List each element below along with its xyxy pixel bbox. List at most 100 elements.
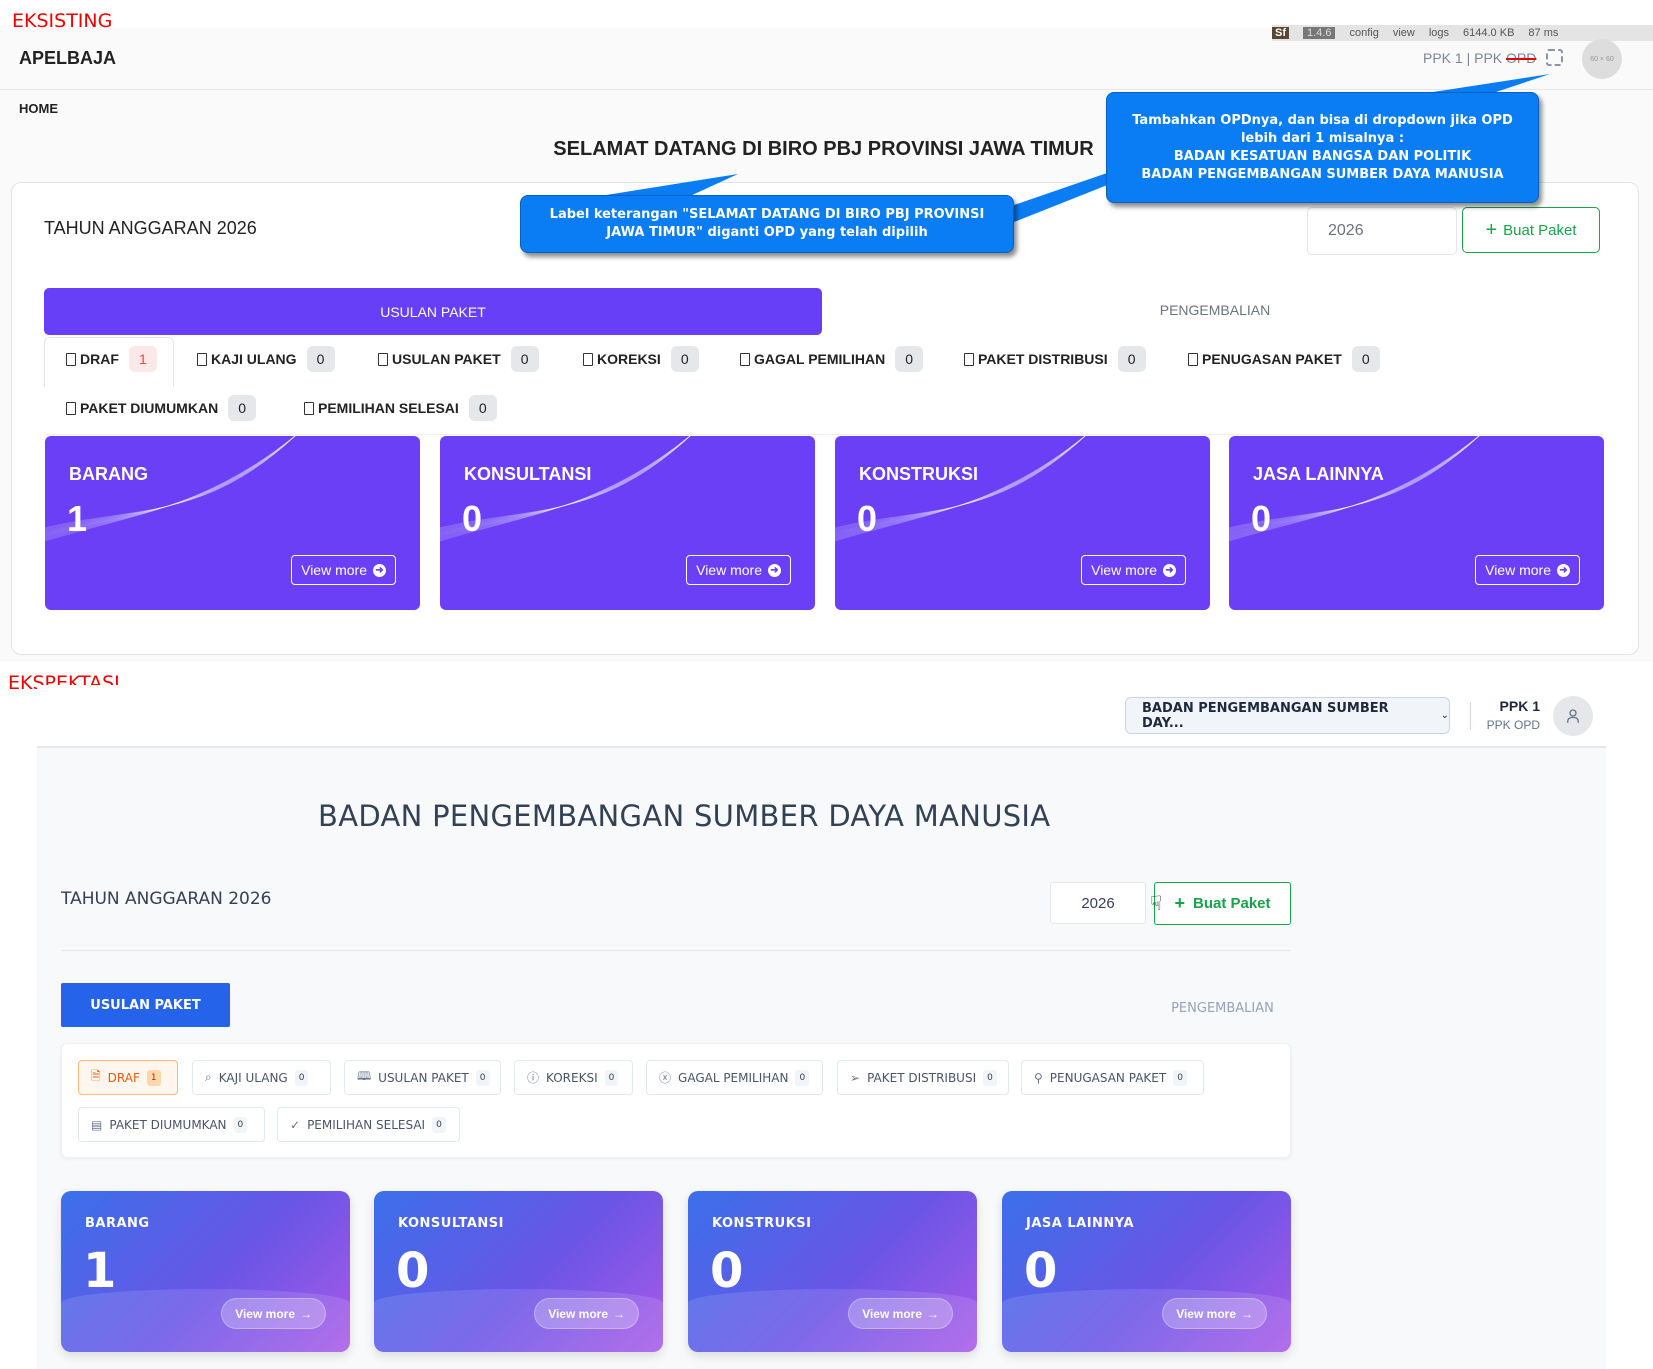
debug-memory[interactable]: 6144.0 KB bbox=[1463, 27, 1514, 39]
year-input[interactable]: 2026 bbox=[1307, 207, 1457, 255]
app-brand[interactable]: APELBAJA bbox=[19, 48, 116, 69]
arrow-circle-right-icon: ➜ bbox=[768, 563, 781, 577]
debug-time[interactable]: 87 ms bbox=[1528, 27, 1558, 39]
view-more-button[interactable]: View more ➜ bbox=[291, 555, 396, 585]
separator: | bbox=[1466, 50, 1471, 66]
card-count: 0 bbox=[710, 1243, 744, 1299]
notebook-icon bbox=[66, 401, 76, 415]
subtab-paket-diumumkan[interactable]: ▤ PAKET DIUMUMKAN 0 bbox=[78, 1107, 265, 1142]
card-title: KONSTRUKSI bbox=[859, 464, 979, 484]
subtab-gagal-pemilihan[interactable]: ⓧ GAGAL PEMILIHAN 0 bbox=[646, 1060, 823, 1095]
subtab-label: PENUGASAN PAKET bbox=[1049, 1070, 1167, 1085]
annotation-line: Label keterangan "SELAMAT DATANG DI BIRO… bbox=[549, 207, 985, 222]
card-title: JASA LAINNYA bbox=[1253, 464, 1384, 484]
view-more-button[interactable]: View more → bbox=[534, 1298, 639, 1329]
subtab-pemilihan-selesai[interactable]: PEMILIHAN SELESAI 0 bbox=[304, 395, 497, 421]
user-name: PPK 1 bbox=[1423, 50, 1463, 66]
arrow-right-icon: → bbox=[927, 1306, 939, 1321]
alert-circle-icon: ⓘ bbox=[527, 1071, 540, 1085]
divider bbox=[61, 950, 1291, 951]
count-badge: 0 bbox=[475, 1069, 490, 1086]
subtab-kaji-ulang[interactable]: ⌕ KAJI ULANG 0 bbox=[192, 1060, 331, 1095]
card-title: KONSTRUKSI bbox=[712, 1216, 812, 1231]
fiscal-year-label: TAHUN ANGGARAN 2026 bbox=[61, 889, 272, 909]
count-badge: 0 bbox=[294, 1069, 309, 1086]
user-icon bbox=[1567, 709, 1579, 723]
count-badge: 0 bbox=[432, 1116, 446, 1133]
category-card-konstruksi: KONSTRUKSI 0 View more → bbox=[688, 1191, 977, 1352]
subtab-penugasan-paket[interactable]: PENUGASAN PAKET 0 bbox=[1188, 346, 1380, 372]
breadcrumb[interactable]: HOME bbox=[19, 101, 58, 116]
subtab-gagal-pemilihan[interactable]: GAGAL PEMILIHAN 0 bbox=[740, 346, 924, 372]
view-more-button[interactable]: View more → bbox=[848, 1298, 953, 1329]
count-badge: 0 bbox=[895, 346, 924, 372]
check-circle-icon: ✓ bbox=[290, 1117, 301, 1132]
count-badge: 0 bbox=[306, 346, 335, 372]
arrow-right-icon: → bbox=[613, 1306, 625, 1321]
subtab-koreksi[interactable]: ⓘ KOREKSI 0 bbox=[514, 1060, 633, 1095]
view-more-button[interactable]: View more ➜ bbox=[1081, 555, 1186, 585]
subtab-usulan-paket[interactable]: USULAN PAKET 0 bbox=[378, 346, 539, 372]
debug-view[interactable]: view bbox=[1393, 27, 1415, 39]
subtab-label: KAJI ULANG bbox=[211, 351, 297, 367]
subtab-draf[interactable]: 🗎 DRAF 1 bbox=[78, 1060, 178, 1095]
notebook-icon bbox=[197, 352, 207, 366]
divider bbox=[44, 434, 1604, 435]
avatar[interactable] bbox=[1553, 696, 1593, 736]
create-package-button[interactable]: + Buat Paket bbox=[1154, 882, 1291, 925]
opd-dropdown[interactable]: BADAN PENGEMBANGAN SUMBER DAY... ⌄ bbox=[1125, 697, 1450, 734]
subtab-pemilihan-selesai[interactable]: ✓ PEMILIHAN SELESAI 0 bbox=[277, 1107, 460, 1142]
view-more-label: View more bbox=[1176, 1306, 1236, 1321]
x-circle-icon: ⓧ bbox=[659, 1071, 672, 1085]
subtab-label: DRAF bbox=[80, 351, 119, 367]
subtab-paket-distribusi[interactable]: ➢ PAKET DISTRIBUSI 0 bbox=[837, 1060, 1009, 1095]
view-more-label: View more bbox=[235, 1306, 295, 1321]
subtab-kaji-ulang[interactable]: KAJI ULANG 0 bbox=[197, 346, 335, 372]
view-more-button[interactable]: View more ➜ bbox=[1475, 555, 1580, 585]
subtab-label: USULAN PAKET bbox=[392, 351, 501, 367]
annotation-line: BADAN PENGEMBANGAN SUMBER DAYA MANUSIA bbox=[1141, 166, 1504, 182]
avatar[interactable]: 60 × 60 bbox=[1582, 39, 1622, 79]
subtab-koreksi[interactable]: KOREKSI 0 bbox=[583, 346, 699, 372]
fullscreen-icon[interactable] bbox=[1546, 49, 1563, 66]
opd-title: BADAN PENGEMBANGAN SUMBER DAYA MANUSIA bbox=[318, 799, 1051, 833]
arrow-circle-right-icon: ➜ bbox=[1163, 563, 1176, 577]
count-badge: 0 bbox=[228, 395, 257, 421]
arrow-right-icon: → bbox=[1241, 1306, 1253, 1321]
tab-pengembalian[interactable]: PENGEMBALIAN bbox=[1100, 302, 1330, 318]
debug-logs[interactable]: logs bbox=[1429, 27, 1449, 39]
subtab-label: PAKET DIUMUMKAN bbox=[109, 1117, 227, 1132]
subtab-penugasan-paket[interactable]: ⚲ PENUGASAN PAKET 0 bbox=[1021, 1060, 1204, 1095]
file-icon: 🗎 bbox=[91, 1069, 101, 1083]
tab-usulan-paket[interactable]: USULAN PAKET bbox=[61, 983, 230, 1027]
search-icon: ⌕ bbox=[205, 1070, 212, 1084]
subtab-paket-distribusi[interactable]: PAKET DISTRIBUSI 0 bbox=[964, 346, 1146, 372]
card-count: 0 bbox=[462, 498, 483, 539]
debug-toolbar: Sf 1.4.6 config view logs 6144.0 KB 87 m… bbox=[1272, 25, 1653, 41]
subtab-draf[interactable]: DRAF 1 bbox=[66, 346, 157, 372]
fiscal-year-label: TAHUN ANGGARAN 2026 bbox=[44, 218, 257, 238]
subtab-label: PEMILIHAN SELESAI bbox=[318, 400, 459, 416]
subtab-paket-diumumkan[interactable]: PAKET DIUMUMKAN 0 bbox=[66, 395, 257, 421]
count-badge: 0 bbox=[510, 346, 539, 372]
view-more-button[interactable]: View more → bbox=[221, 1298, 326, 1329]
tab-pengembalian[interactable]: PENGEMBALIAN bbox=[1130, 1001, 1315, 1016]
symfony-logo[interactable]: Sf bbox=[1272, 27, 1289, 39]
plus-icon: + bbox=[1174, 893, 1185, 913]
debug-version[interactable]: 1.4.6 bbox=[1303, 27, 1336, 39]
subtab-label: PENUGASAN PAKET bbox=[1202, 351, 1342, 367]
subtab-usulan-paket[interactable]: 🕮 USULAN PAKET 0 bbox=[344, 1060, 501, 1095]
user-role-struck: OPD bbox=[1506, 50, 1537, 66]
user-info: PPK 1 | PPK OPD bbox=[1423, 50, 1536, 66]
year-input[interactable]: 2026 bbox=[1050, 882, 1146, 924]
debug-config[interactable]: config bbox=[1349, 27, 1378, 39]
hand-cursor-icon: ☟ bbox=[1150, 893, 1163, 915]
view-more-button[interactable]: View more → bbox=[1162, 1298, 1267, 1329]
welcome-title-text: SELAMAT DATANG DI BIRO PBJ PROVINSI JAWA… bbox=[553, 138, 1094, 160]
view-more-button[interactable]: View more ➜ bbox=[686, 555, 791, 585]
arrow-right-icon: → bbox=[300, 1306, 312, 1321]
view-more-label: View more bbox=[548, 1306, 608, 1321]
create-package-button[interactable]: + Buat Paket bbox=[1462, 207, 1600, 253]
tab-usulan-paket[interactable]: USULAN PAKET bbox=[44, 288, 822, 335]
view-more-label: View more bbox=[862, 1306, 922, 1321]
